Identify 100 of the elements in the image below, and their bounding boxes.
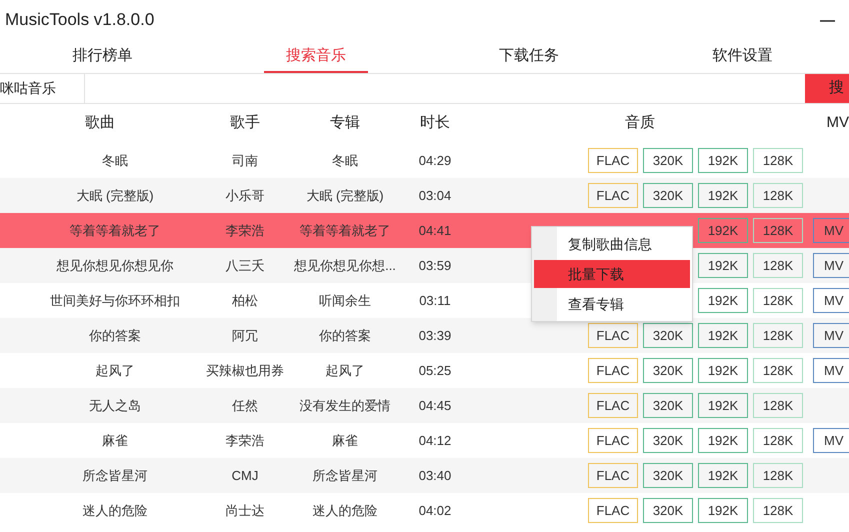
table-cell-text: 买辣椒也用券	[206, 362, 284, 380]
table-cell-text: 03:39	[418, 326, 452, 345]
table-cell-text: 阿冗	[232, 326, 258, 345]
quality-button[interactable]: 320K	[643, 323, 693, 348]
table-cell-text: 迷人的危险	[82, 502, 148, 520]
quality-button[interactable]: 192K	[698, 393, 748, 418]
quality-button[interactable]: 128K	[753, 148, 803, 173]
table-cell-text: 冬眠	[332, 152, 358, 170]
tab[interactable]: 排行榜单	[50, 40, 155, 73]
quality-button[interactable]: 192K	[698, 463, 748, 488]
quality-button[interactable]: 128K	[753, 253, 803, 278]
table-cell-text: 想见你想见你想...	[294, 256, 396, 275]
mv-button[interactable]: MV	[813, 218, 849, 243]
mv-button[interactable]: MV	[813, 358, 849, 383]
quality-button[interactable]: 192K	[698, 358, 748, 383]
quality-button[interactable]: 320K	[643, 463, 693, 488]
quality-button[interactable]: 192K	[698, 323, 748, 348]
table-cell-text: 所念皆星河	[82, 466, 148, 485]
column-header: 音质	[625, 113, 655, 134]
quality-button[interactable]: FLAC	[588, 323, 638, 348]
table-cell-text: 冬眠	[102, 152, 128, 170]
table-cell-text: 03:40	[418, 466, 452, 485]
quality-button[interactable]: FLAC	[588, 498, 638, 523]
quality-button[interactable]: 128K	[753, 463, 803, 488]
quality-button[interactable]: 128K	[753, 218, 803, 243]
table-cell-text: 听闻余生	[319, 292, 371, 310]
table-row[interactable]: 大眠 (完整版) 小乐哥 大眠 (完整版) 03:04 FLAC 320K 192K 128K	[0, 178, 849, 213]
quality-button[interactable]: 192K	[698, 183, 748, 208]
quality-button[interactable]: 192K	[698, 288, 748, 313]
table-cell-text: 起风了	[96, 362, 134, 380]
quality-button[interactable]: 128K	[753, 323, 803, 348]
column-header: 歌曲	[85, 113, 115, 134]
table-cell-text: 04:29	[418, 152, 452, 170]
menu-item[interactable]: 查看专辑	[534, 290, 690, 318]
table-cell-text: 你的答案	[89, 326, 141, 345]
quality-button[interactable]: 128K	[753, 288, 803, 313]
mv-button[interactable]: MV	[813, 288, 849, 313]
table-cell-text: 03:04	[418, 186, 452, 205]
table-cell-text: 起风了	[326, 362, 364, 380]
quality-button[interactable]: 128K	[753, 358, 803, 383]
table-cell-text: 麻雀	[332, 432, 358, 450]
search-button[interactable]: 搜	[805, 74, 849, 103]
table-cell-text: 世间美好与你环环相扣	[50, 292, 180, 310]
quality-button[interactable]: 192K	[698, 218, 748, 243]
table-cell-text: 李荣浩	[226, 432, 264, 450]
quality-button[interactable]: 128K	[753, 183, 803, 208]
table-cell-text: 无人之岛	[89, 396, 141, 415]
quality-button[interactable]: FLAC	[588, 428, 638, 453]
column-header: 专辑	[330, 113, 360, 134]
mv-button[interactable]: MV	[813, 253, 849, 278]
table-cell-text: 04:12	[418, 432, 452, 450]
column-header: MV	[826, 113, 849, 134]
window-title: MusicTools v1.8.0.0	[5, 9, 154, 32]
menu-item[interactable]: 批量下载	[534, 260, 690, 288]
table-cell-text: 等着等着就老了	[70, 222, 160, 240]
quality-button[interactable]: 192K	[698, 253, 748, 278]
table-row[interactable]: 无人之岛 任然 没有发生的爱情 04:45 FLAC 320K 192K 128K	[0, 388, 849, 423]
quality-button[interactable]: 192K	[698, 428, 748, 453]
table-cell-text: 小乐哥	[226, 186, 264, 205]
quality-button[interactable]: 320K	[643, 183, 693, 208]
quality-button[interactable]: FLAC	[588, 358, 638, 383]
table-cell-text: 大眠 (完整版)	[306, 186, 384, 205]
table-cell-text: 03:59	[418, 256, 452, 275]
minimize-button[interactable]: —	[820, 12, 835, 28]
column-header: 歌手	[230, 113, 260, 134]
table-cell-text: 李荣浩	[226, 222, 264, 240]
table-cell-text: 你的答案	[319, 326, 371, 345]
column-header: 时长	[420, 113, 450, 134]
table-cell-text: 大眠 (完整版)	[76, 186, 154, 205]
quality-button[interactable]: FLAC	[588, 148, 638, 173]
table-row[interactable]: 你的答案 阿冗 你的答案 03:39 FLAC 320K 192K 128K MV	[0, 318, 849, 353]
table-cell-text: 等着等着就老了	[300, 222, 390, 240]
tab[interactable]: 软件设置	[690, 40, 794, 73]
table-cell-text: 柏松	[232, 292, 258, 310]
tab[interactable]: 下载任务	[477, 40, 582, 73]
table-cell-text: 迷人的危险	[312, 502, 378, 520]
quality-button[interactable]: 128K	[753, 428, 803, 453]
mv-button[interactable]: MV	[813, 323, 849, 348]
quality-button[interactable]: 192K	[698, 498, 748, 523]
table-cell-text: 03:11	[419, 292, 451, 310]
table-cell-text: 没有发生的爱情	[300, 396, 390, 415]
quality-button[interactable]: 128K	[753, 393, 803, 418]
table-cell-text: 任然	[232, 396, 258, 415]
quality-button[interactable]: 320K	[643, 393, 693, 418]
quality-button[interactable]: FLAC	[588, 183, 638, 208]
quality-button[interactable]: 320K	[643, 498, 693, 523]
quality-button[interactable]: FLAC	[588, 463, 638, 488]
source-dropdown[interactable]: 咪咕音乐	[0, 74, 85, 103]
quality-button[interactable]: 192K	[698, 148, 748, 173]
table-cell-text: 想见你想见你想见你	[56, 256, 174, 275]
quality-button[interactable]: 128K	[753, 498, 803, 523]
quality-button[interactable]: 320K	[643, 358, 693, 383]
quality-button[interactable]: 320K	[643, 428, 693, 453]
table-row[interactable]: 所念皆星河 CMJ 所念皆星河 03:40 FLAC 320K 192K 128K	[0, 458, 849, 493]
quality-button[interactable]: 320K	[643, 148, 693, 173]
mv-button[interactable]: MV	[813, 428, 849, 453]
quality-button[interactable]: FLAC	[588, 393, 638, 418]
table-cell-text: CMJ	[232, 466, 258, 485]
table-cell-text: 04:02	[418, 502, 452, 520]
tab[interactable]: 搜索音乐	[264, 40, 368, 73]
